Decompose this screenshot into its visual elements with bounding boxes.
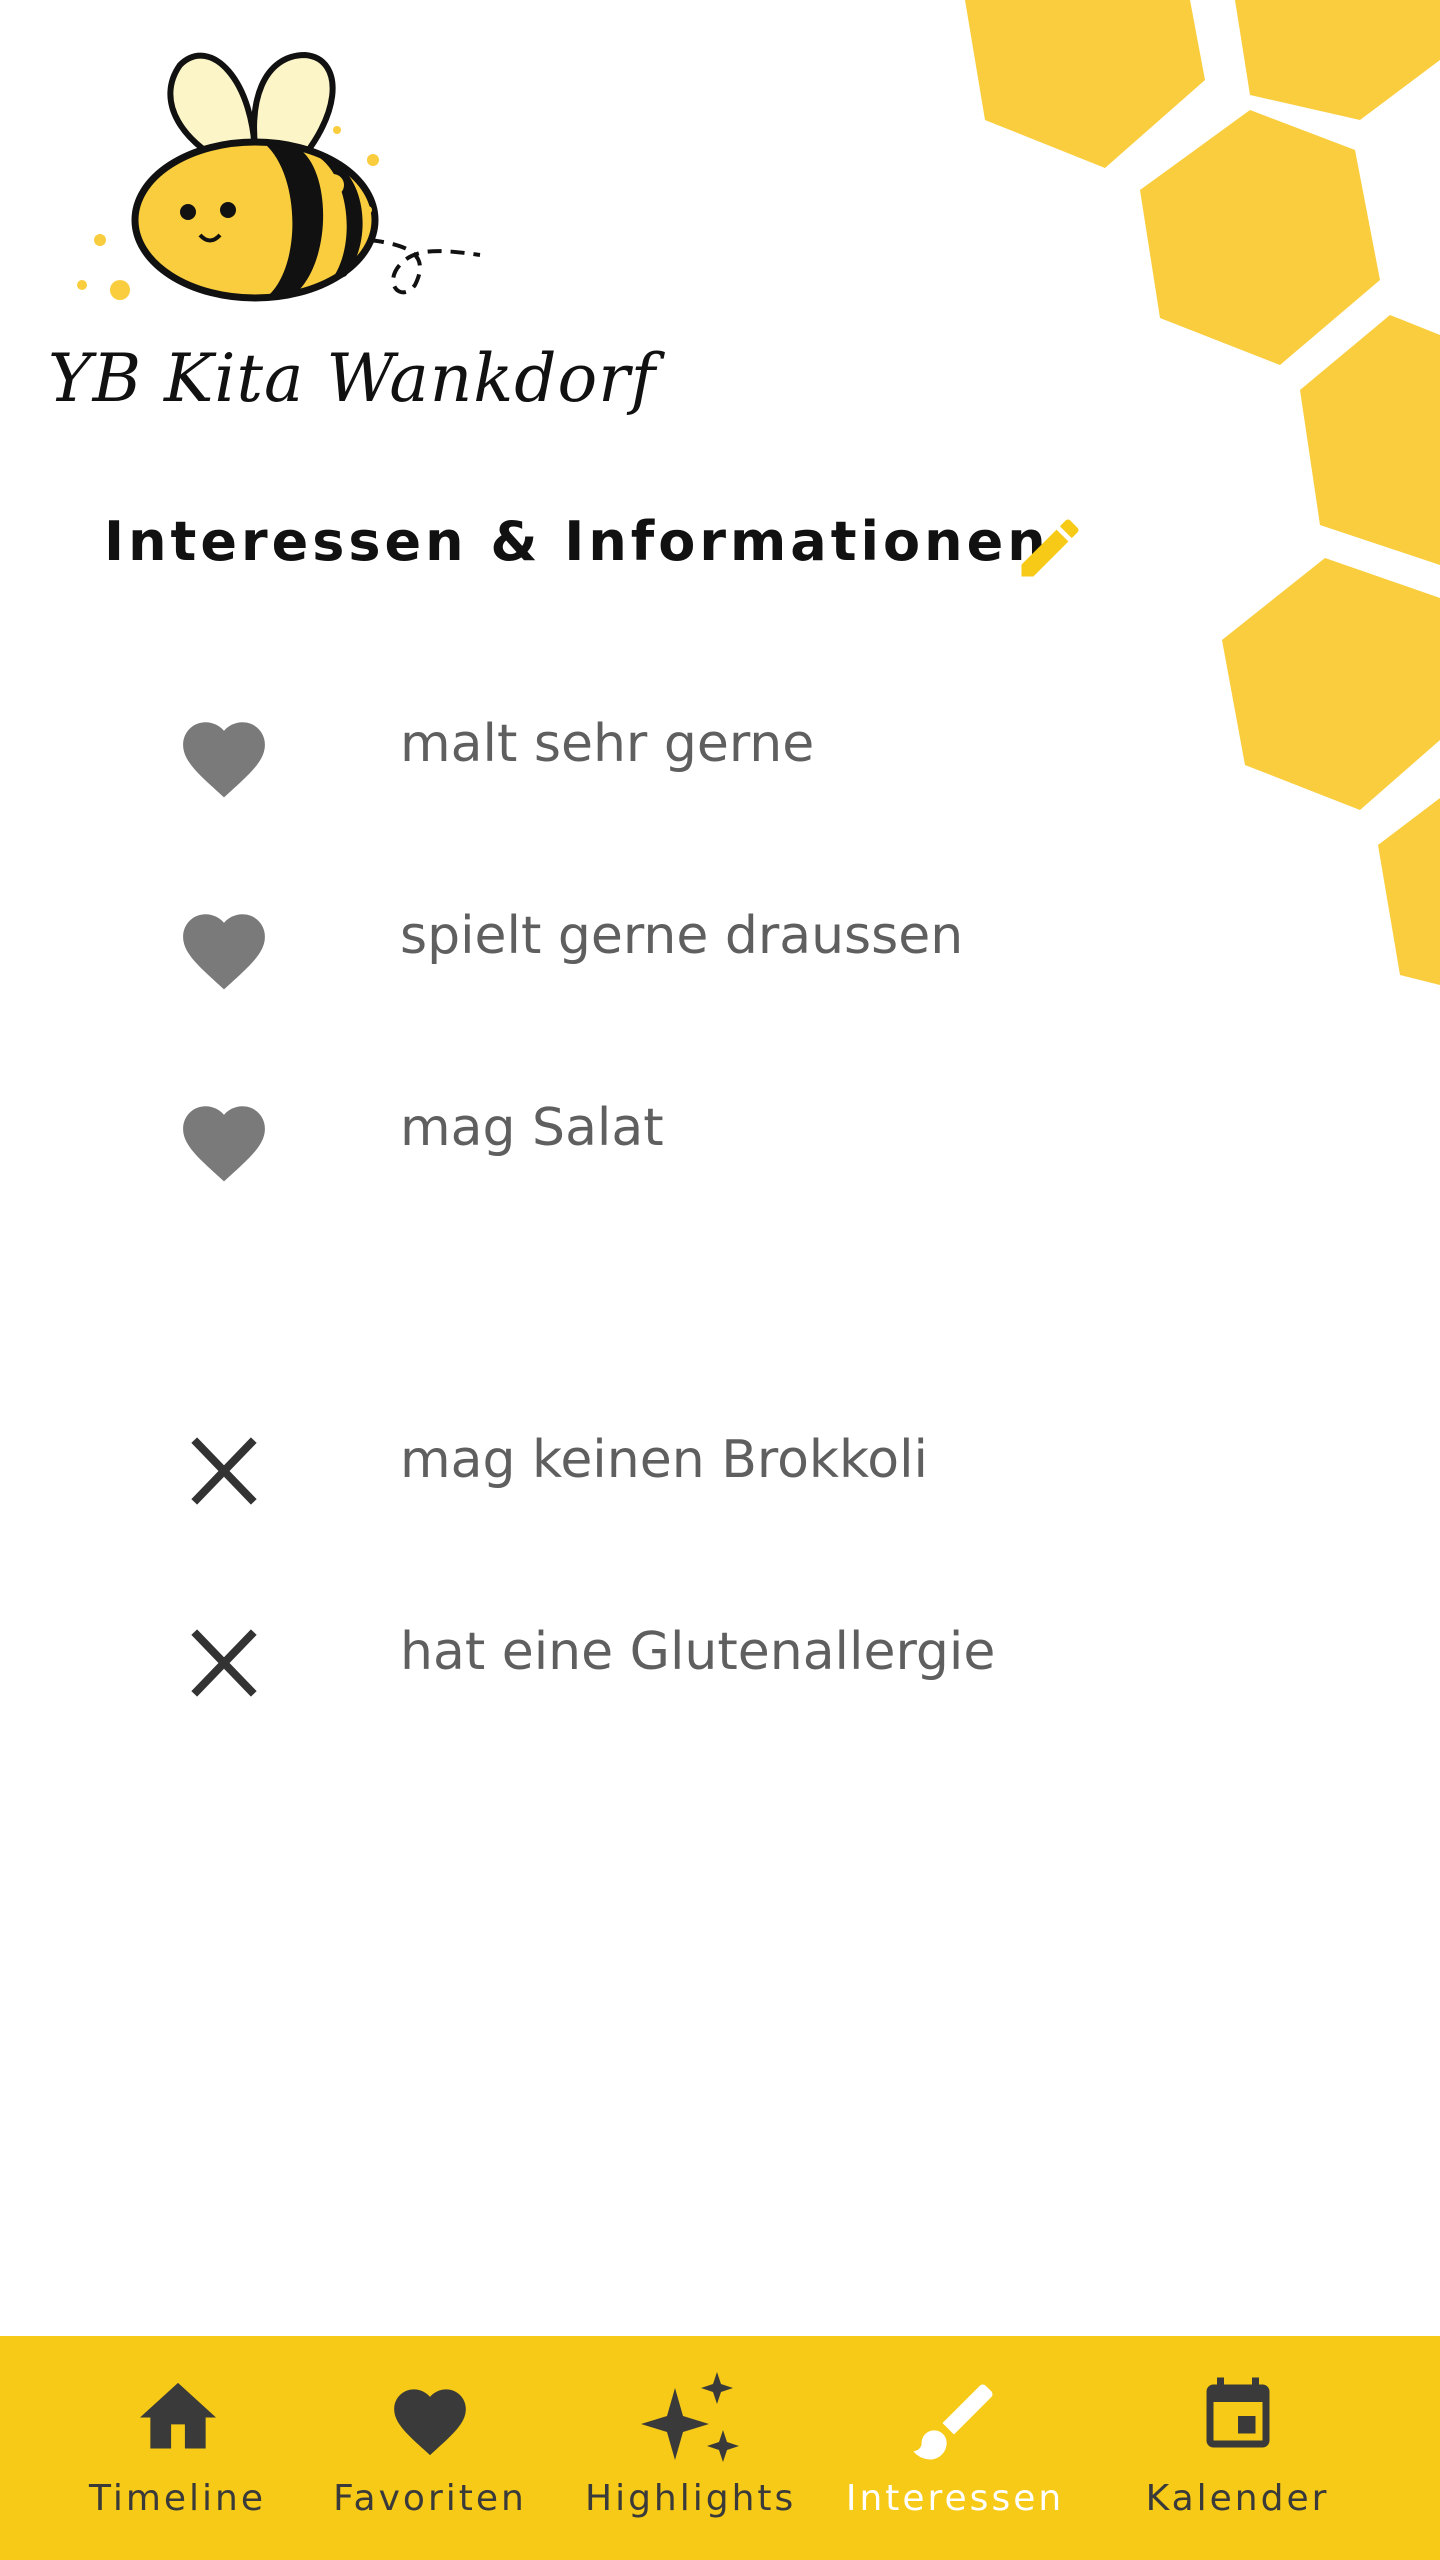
- list-item-label: spielt gerne draussen: [400, 906, 964, 966]
- bee-logo-icon: [77, 51, 481, 302]
- list-item-label: mag keinen Brokkoli: [400, 1430, 928, 1490]
- calendar-icon: [1206, 2377, 1269, 2448]
- nav-label: Highlights: [585, 2478, 797, 2519]
- home-icon: [139, 2382, 216, 2449]
- close-icon: [191, 1629, 257, 1697]
- sparkles-icon: [641, 2372, 739, 2462]
- list-item: hat eine Glutenallergie: [0, 1598, 1440, 1718]
- nav-item-timeline[interactable]: Timeline: [85, 2336, 270, 2560]
- nav-label: Favoriten: [333, 2478, 527, 2519]
- page-title: Interessen & Informationen: [104, 510, 1050, 573]
- list-item: malt sehr gerne: [0, 690, 1440, 810]
- heart-icon: [183, 1106, 265, 1182]
- pencil-icon: [1021, 519, 1079, 577]
- paintbrush-icon: [913, 2384, 993, 2460]
- close-icon: [191, 1437, 257, 1505]
- list-item-label: malt sehr gerne: [400, 714, 815, 774]
- brand-name: YB Kita Wankdorf: [48, 340, 657, 417]
- nav-item-highlights[interactable]: Highlights: [585, 2336, 795, 2560]
- nav-label: Interessen: [845, 2478, 1065, 2519]
- bottom-navigation: Timeline Favoriten Highlights Interessen…: [0, 2336, 1440, 2560]
- heart-icon: [183, 722, 265, 798]
- list-item-label: mag Salat: [400, 1098, 664, 1158]
- nav-label: Kalender: [1145, 2478, 1330, 2519]
- heart-icon: [394, 2389, 466, 2456]
- nav-item-interessen[interactable]: Interessen: [840, 2336, 1070, 2560]
- logo: YB Kita Wankdorf: [40, 40, 655, 460]
- list-item: mag Salat: [0, 1074, 1440, 1194]
- nav-label: Timeline: [88, 2478, 267, 2519]
- list-item: spielt gerne draussen: [0, 882, 1440, 1002]
- nav-item-favoriten[interactable]: Favoriten: [330, 2336, 530, 2560]
- list-item: mag keinen Brokkoli: [0, 1406, 1440, 1526]
- heart-icon: [183, 914, 265, 990]
- list-item-label: hat eine Glutenallergie: [400, 1622, 996, 1682]
- nav-item-kalender[interactable]: Kalender: [1135, 2336, 1340, 2560]
- edit-button[interactable]: [1012, 510, 1088, 586]
